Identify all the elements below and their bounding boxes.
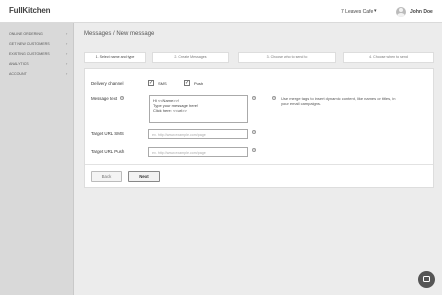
target-url-push-input[interactable]: ex. http://www.example.com/page — [148, 147, 248, 157]
sidebar-item-label: Account — [9, 72, 27, 76]
sidebar-item-get-new-customers[interactable]: Get New Customers › — [0, 39, 74, 49]
chevron-right-icon: › — [66, 51, 68, 56]
step-select-name-and-type[interactable]: 1. Select name and type — [84, 52, 146, 63]
help-icon[interactable]: ? — [252, 96, 256, 100]
message-form: Delivery channel ✓ SMS ✓ Push Message te… — [84, 68, 434, 188]
push-label: Push — [194, 81, 204, 86]
merge-tags-hint: Use merge tags to insert dynamic content… — [281, 96, 396, 106]
step-choose-when-to-send[interactable]: 4. Choose when to send — [343, 52, 434, 63]
help-icon[interactable]: ? — [252, 130, 256, 134]
sidebar-item-label: Online Ordering — [9, 32, 43, 36]
sms-label: SMS — [158, 81, 167, 86]
venue-selector[interactable]: 7 Leaves Cafe — [341, 9, 373, 15]
avatar-head-shape — [399, 8, 403, 12]
sidebar-item-account[interactable]: Account › — [0, 69, 74, 79]
message-line: Click here: <<url>> — [153, 108, 187, 113]
push-checkbox[interactable]: ✓ — [184, 80, 190, 86]
sidebar-item-analytics[interactable]: Analytics › — [0, 59, 74, 69]
avatar[interactable] — [396, 7, 406, 17]
chevron-right-icon: › — [66, 31, 68, 36]
chat-button[interactable] — [418, 271, 435, 288]
info-icon: ? — [272, 96, 276, 100]
target-url-sms-input[interactable]: ex. http://www.example.com/page — [148, 129, 248, 139]
step-choose-who-to-send-to[interactable]: 3. Choose who to send to — [238, 52, 336, 63]
chevron-right-icon: › — [66, 71, 68, 76]
step-create-messages[interactable]: 2. Create Messages — [152, 52, 229, 63]
user-name[interactable]: John Doe — [410, 9, 433, 15]
sms-checkbox[interactable]: ✓ — [148, 80, 154, 86]
message-text-label: Message text — [91, 96, 118, 101]
message-textarea[interactable]: Hi <<Name>>! Type your message here! Cli… — [149, 95, 248, 123]
next-button[interactable]: Next — [128, 171, 160, 182]
page-title: Messages / New message — [84, 31, 155, 37]
sidebar-item-online-ordering[interactable]: Online Ordering › — [0, 29, 74, 39]
chevron-right-icon: › — [66, 61, 68, 66]
delivery-channel-label: Delivery channel — [91, 81, 124, 86]
avatar-body-shape — [397, 13, 405, 17]
top-bar: FullKitchen 7 Leaves Cafe ▾ John Doe — [0, 0, 442, 23]
sidebar: Online Ordering › Get New Customers › Ex… — [0, 23, 74, 295]
chat-icon — [423, 276, 430, 282]
chevron-down-icon[interactable]: ▾ — [374, 8, 377, 14]
form-divider — [85, 164, 433, 165]
back-button[interactable]: Back — [91, 171, 122, 182]
target-url-push-label: Target URL Push — [91, 149, 125, 154]
sidebar-item-label: Existing Customers — [9, 52, 50, 56]
help-icon[interactable]: ? — [120, 96, 124, 100]
sidebar-item-existing-customers[interactable]: Existing Customers › — [0, 49, 74, 59]
help-icon[interactable]: ? — [252, 148, 256, 152]
wizard-steps: 1. Select name and type 2. Create Messag… — [84, 52, 434, 63]
chevron-right-icon: › — [66, 41, 68, 46]
target-url-sms-label: Target URL SMS — [91, 131, 124, 136]
sidebar-item-label: Get New Customers — [9, 42, 50, 46]
sidebar-item-label: Analytics — [9, 62, 29, 66]
app-logo[interactable]: FullKitchen — [9, 6, 51, 15]
